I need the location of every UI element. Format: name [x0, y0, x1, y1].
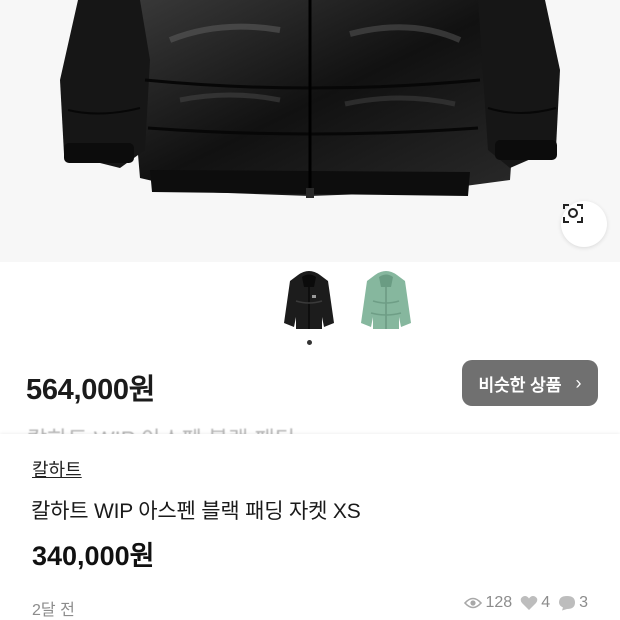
similar-products-button[interactable]: 비슷한 상품 › [462, 360, 598, 406]
thumbnail-green-jacket[interactable] [353, 267, 419, 335]
chevron-right-icon: › [575, 372, 582, 393]
chats-count: 3 [579, 594, 588, 611]
carousel-indicator [307, 340, 312, 345]
background-title: 칼하트 WIP 아스펜 블랙 패딩 [0, 420, 620, 434]
views-count: 128 [485, 594, 513, 611]
image-search-icon [563, 204, 583, 223]
posted-time: 2달 전 [32, 602, 75, 619]
eye-icon [464, 597, 483, 609]
similar-products-label: 비슷한 상품 [478, 375, 562, 395]
background-price: 564,000원 [26, 374, 156, 406]
heart-icon [520, 596, 538, 610]
product-info-sheet [0, 434, 620, 620]
likes-stat: 4 [520, 594, 550, 612]
chats-stat: 3 [558, 594, 588, 612]
product-title: 칼하트 WIP 아스펜 블랙 패딩 자켓 XS [31, 500, 361, 523]
thumbnail-strip [0, 263, 620, 347]
brand-link[interactable]: 칼하트 [32, 456, 82, 482]
views-stat: 128 [464, 594, 512, 612]
product-price: 340,000원 [32, 541, 155, 571]
black-jacket-image [60, 0, 560, 198]
thumbnail-black-jacket[interactable] [276, 267, 342, 335]
chat-bubble-icon [559, 596, 576, 611]
listing-stats: 128 4 3 [456, 594, 588, 612]
product-image[interactable] [0, 0, 620, 262]
image-search-button[interactable] [561, 201, 607, 247]
likes-count: 4 [541, 594, 551, 611]
background-title-text: 칼하트 WIP 아스펜 블랙 패딩 [27, 422, 295, 434]
